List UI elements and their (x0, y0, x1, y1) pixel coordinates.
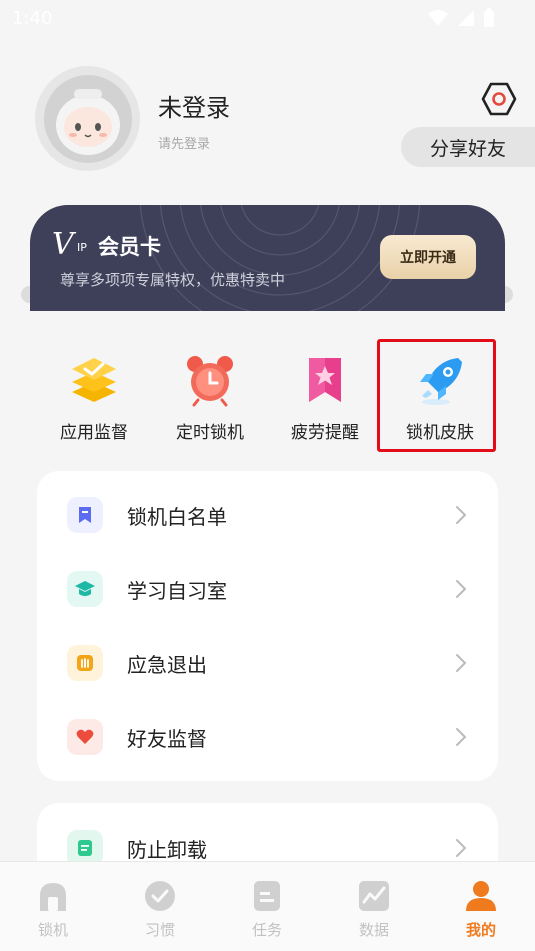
vip-card[interactable]: V IP 会员卡 尊享多项项专属特权，优惠特卖中 立即开通 (30, 205, 505, 311)
menu-item-emergency-exit[interactable]: 应急退出 (37, 626, 498, 700)
feature-label: 应用监督 (60, 423, 128, 443)
vip-subtitle: 尊享多项项专属特权，优惠特卖中 (60, 271, 286, 289)
heart-icon (67, 719, 103, 755)
profile-nav-icon (466, 881, 496, 911)
check-circle-nav-icon (145, 881, 175, 911)
nav-tab-habit[interactable]: 习惯 (125, 879, 195, 941)
graduation-cap-icon (67, 571, 103, 607)
status-time: 1:40 (12, 7, 53, 29)
nav-tab-mine[interactable]: 我的 (446, 879, 516, 941)
settings-icon[interactable] (480, 80, 518, 118)
menu-card: 锁机白名单 学习自习室 应急退出 好友监督 (37, 471, 498, 781)
vip-title: 会员卡 (98, 235, 161, 259)
battery-icon (484, 8, 494, 27)
app-monitor-icon (72, 358, 116, 402)
menu-label: 好友监督 (127, 726, 207, 751)
share-friends-button[interactable]: 分享好友 (401, 127, 535, 167)
signal-icon (458, 10, 474, 26)
avatar-image (43, 74, 132, 163)
chevron-right-icon (456, 506, 467, 524)
menu-item-study-room[interactable]: 学习自习室 (37, 552, 498, 626)
status-bar: 1:40 (0, 0, 535, 36)
menu-label: 学习自习室 (127, 578, 227, 603)
nav-tab-task[interactable]: 任务 (232, 879, 302, 941)
menu-label: 锁机白名单 (127, 504, 227, 529)
vip-logo: V (52, 227, 74, 262)
login-hint[interactable]: 请先登录 (158, 133, 210, 152)
feature-label: 定时锁机 (176, 423, 244, 443)
nav-tab-lock[interactable]: 锁机 (18, 879, 88, 941)
lock-nav-icon (40, 883, 66, 911)
feature-app-monitor[interactable]: 应用监督 (38, 350, 150, 445)
astronaut-avatar-icon (55, 88, 120, 155)
task-nav-icon (254, 881, 280, 911)
nav-label: 数据 (358, 921, 389, 939)
menu-item-friend-supervision[interactable]: 好友监督 (37, 700, 498, 774)
feature-label: 疲劳提醒 (291, 423, 359, 443)
bottom-nav: 锁机 习惯 任务 数据 我的 (0, 861, 535, 951)
status-icons (427, 8, 495, 28)
avatar[interactable] (35, 66, 140, 171)
nav-label: 我的 (465, 921, 496, 939)
hand-icon (67, 645, 103, 681)
nav-tab-data[interactable]: 数据 (339, 879, 409, 941)
chevron-right-icon (456, 728, 467, 746)
nav-label: 习惯 (144, 921, 175, 939)
nav-label: 任务 (251, 921, 282, 939)
alarm-clock-icon (187, 356, 233, 407)
username[interactable]: 未登录 (158, 88, 230, 123)
feature-timed-lock[interactable]: 定时锁机 (154, 350, 266, 445)
feature-fatigue-reminder[interactable]: 疲劳提醒 (269, 350, 381, 445)
menu-label: 应急退出 (127, 652, 207, 677)
highlight-box (377, 339, 496, 452)
activate-vip-button[interactable]: 立即开通 (380, 235, 476, 279)
wifi-icon (428, 10, 448, 26)
bookmark-icon (67, 497, 103, 533)
bookmark-star-icon (309, 358, 341, 402)
menu-label: 防止卸载 (127, 837, 207, 862)
vip-logo-sub: IP (77, 241, 87, 254)
chevron-right-icon (456, 580, 467, 598)
chart-nav-icon (359, 881, 389, 911)
chevron-right-icon (456, 839, 467, 857)
nav-label: 锁机 (37, 921, 68, 939)
chevron-right-icon (456, 654, 467, 672)
menu-item-whitelist[interactable]: 锁机白名单 (37, 478, 498, 552)
